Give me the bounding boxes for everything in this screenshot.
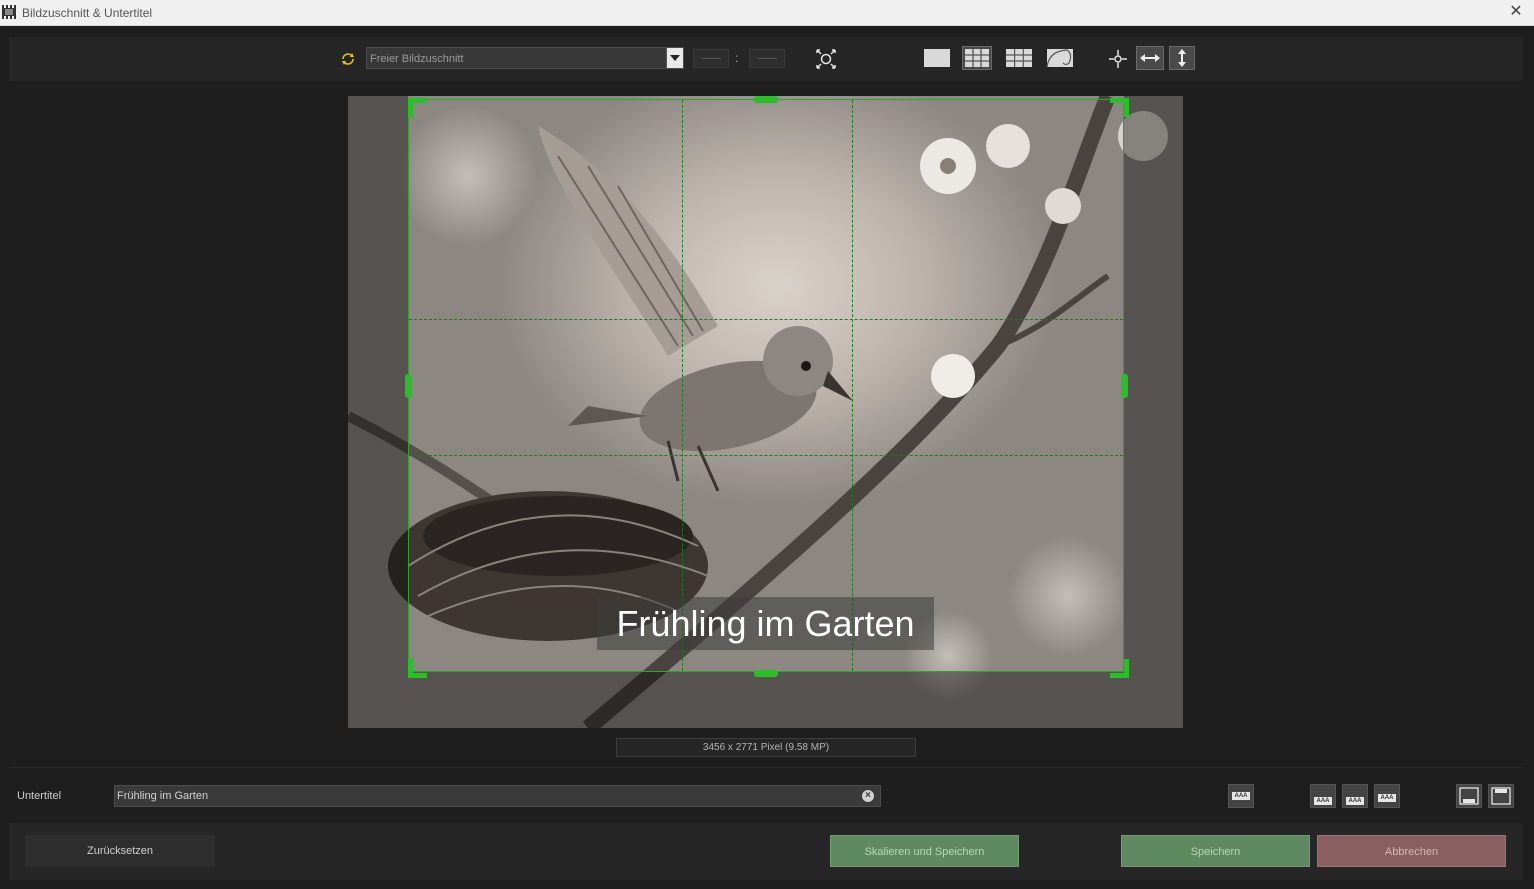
crop-shade-bottom — [408, 672, 1124, 728]
caption-center-icon: AAA — [1346, 797, 1364, 805]
crop-handle-right[interactable] — [1121, 374, 1128, 398]
rotate-aspect-icon[interactable] — [340, 51, 356, 67]
crop-handle-left[interactable] — [405, 374, 412, 398]
image-size-info: 3456 x 2771 Pixel (9.58 MP) — [616, 738, 916, 757]
grid-fine-button[interactable] — [1004, 46, 1034, 70]
grid-line — [682, 100, 683, 671]
crop-handle-top-left[interactable] — [408, 98, 427, 117]
caption-position-bottom-button[interactable] — [1456, 784, 1482, 808]
golden-spiral-button[interactable] — [1045, 46, 1075, 70]
flip-vertical-button[interactable] — [1169, 46, 1195, 70]
scale-and-save-button[interactable]: Skalieren und Speichern — [830, 835, 1019, 867]
window-title: Bildzuschnitt & Untertitel — [22, 6, 153, 20]
center-crosshair-icon[interactable] — [1107, 48, 1129, 70]
caption-style-button[interactable]: AAA — [1228, 784, 1254, 808]
grid-line — [852, 100, 853, 671]
caption-align-center-button[interactable]: AAA — [1342, 784, 1368, 808]
app-icon — [2, 5, 16, 19]
grid-line — [409, 319, 1123, 320]
divider — [9, 767, 1523, 768]
reset-button[interactable]: Zurücksetzen — [25, 835, 215, 867]
cancel-button[interactable]: Abbrechen — [1317, 835, 1506, 867]
chevron-down-icon[interactable] — [666, 48, 683, 68]
ratio-width-field[interactable]: —— — [693, 49, 729, 68]
flip-horizontal-button[interactable] — [1136, 46, 1164, 70]
subtitle-input[interactable] — [117, 788, 847, 804]
caption-right-icon: AAA — [1378, 794, 1396, 802]
caption-top-icon — [1491, 787, 1511, 805]
grid-none-icon — [924, 49, 950, 67]
crop-handle-bottom[interactable] — [754, 670, 778, 677]
golden-spiral-icon — [1046, 49, 1073, 68]
subtitle-field[interactable]: × — [114, 785, 881, 807]
crop-handle-bottom-left[interactable] — [408, 659, 427, 678]
caption-left-icon: AAA — [1314, 797, 1332, 805]
crop-preset-value: Freier Bildzuschnitt — [370, 53, 464, 65]
horizontal-arrows-icon — [1140, 54, 1160, 62]
close-icon[interactable]: ✕ — [1506, 2, 1526, 22]
crop-shade-right — [1124, 96, 1183, 728]
vertical-arrows-icon — [1178, 49, 1186, 67]
caption-align-right-button[interactable]: AAA — [1374, 784, 1400, 808]
subtitle-label: Untertitel — [17, 790, 62, 802]
title-bar: Bildzuschnitt & Untertitel ✕ — [0, 0, 1534, 26]
grid-none-button[interactable] — [922, 46, 952, 70]
crop-handle-top-right[interactable] — [1110, 98, 1129, 117]
caption-overlay: Frühling im Garten — [597, 597, 934, 650]
save-button[interactable]: Speichern — [1121, 835, 1310, 867]
caption-align-left-button[interactable]: AAA — [1310, 784, 1336, 808]
ratio-height-field[interactable]: —— — [749, 49, 785, 68]
caption-position-top-button[interactable] — [1488, 784, 1514, 808]
grid-line — [409, 455, 1123, 456]
crop-preset-select[interactable]: Freier Bildzuschnitt — [366, 47, 684, 69]
crop-handle-top[interactable] — [754, 96, 778, 103]
fit-to-image-icon[interactable] — [814, 47, 838, 71]
grid-thirds-icon — [965, 49, 989, 67]
grid-thirds-button[interactable] — [962, 46, 992, 70]
ratio-separator: : — [735, 51, 739, 65]
crop-frame[interactable] — [408, 99, 1124, 672]
caption-style-icon: AAA — [1232, 792, 1250, 800]
clear-icon[interactable]: × — [862, 790, 874, 802]
grid-fine-icon — [1006, 49, 1032, 67]
crop-canvas[interactable]: Frühling im Garten — [348, 96, 1183, 728]
crop-handle-bottom-right[interactable] — [1110, 659, 1129, 678]
crop-shade-left — [348, 96, 408, 728]
caption-bottom-icon — [1459, 787, 1479, 805]
